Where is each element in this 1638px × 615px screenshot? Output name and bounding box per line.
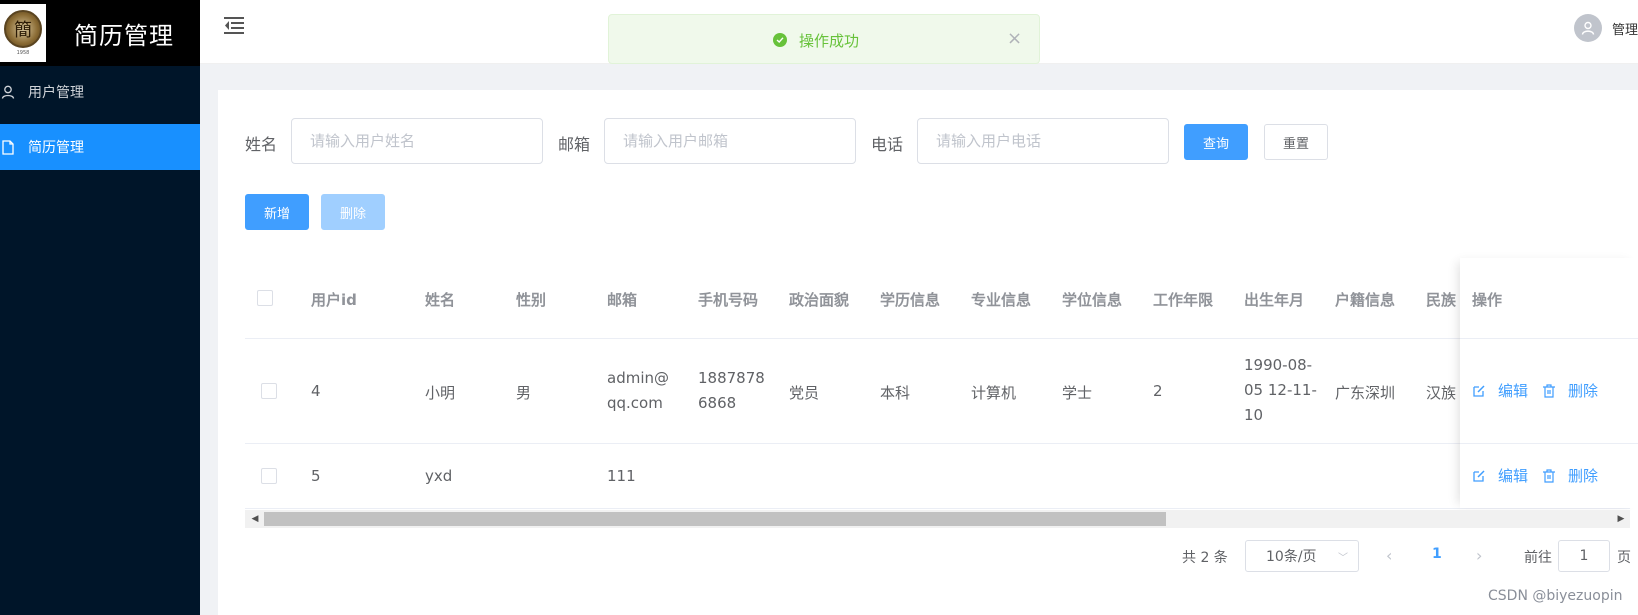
cell-gender: 男 [516, 384, 532, 402]
sidebar: 簡 1958 简历管理 用户管理 简历管理 [0, 0, 200, 615]
scroll-right-arrow[interactable]: ▶ [1612, 510, 1630, 528]
page-number[interactable]: 1 [1432, 546, 1442, 562]
delete-link[interactable]: 删除 [1568, 380, 1598, 401]
chevron-down-icon: ﹀ [1338, 553, 1348, 564]
column-header: 出生年月 [1244, 291, 1305, 309]
app-title: 简历管理 [74, 21, 174, 50]
column-header: 姓名 [425, 291, 456, 309]
cell-birth: 05 12-11- [1244, 381, 1317, 399]
select-all-checkbox[interactable] [257, 290, 273, 306]
name-label: 姓名 [245, 135, 278, 154]
cell-id: 4 [311, 382, 321, 400]
check-circle-icon [773, 33, 787, 47]
page-suffix: 页 [1617, 550, 1631, 566]
user-name[interactable]: 管理 [1612, 19, 1638, 38]
sidebar-item-users[interactable]: 用户管理 [0, 69, 200, 115]
phone-search-input[interactable] [917, 118, 1169, 164]
cell-phone: 6868 [698, 394, 737, 412]
trash-icon[interactable] [1542, 468, 1556, 487]
menu-fold-icon[interactable] [224, 16, 244, 38]
cell-birth: 1990-08- [1244, 356, 1313, 374]
row-checkbox[interactable] [261, 468, 277, 484]
success-toast: 操作成功 × [608, 14, 1040, 64]
column-header: 户籍信息 [1335, 291, 1396, 309]
column-header: 专业信息 [971, 291, 1032, 309]
sidebar-item-label: 用户管理 [28, 85, 84, 101]
fixed-operations-column: 操作 编辑 删除 编辑 删除 [1460, 258, 1638, 508]
row-divider [245, 443, 1630, 444]
column-header: 邮箱 [607, 291, 638, 309]
cell-degree: 学士 [1062, 384, 1093, 402]
edit-link[interactable]: 编辑 [1498, 465, 1528, 486]
column-header: 学位信息 [1062, 291, 1123, 309]
cell-email: qq.com [607, 394, 663, 412]
trash-icon[interactable] [1542, 383, 1556, 402]
column-header: 政治面貌 [789, 291, 850, 309]
page-size-value: 10条/页 [1266, 549, 1317, 565]
toast-message: 操作成功 [799, 32, 860, 50]
next-page-icon[interactable]: › [1476, 546, 1482, 565]
phone-label: 电话 [871, 135, 904, 154]
row-checkbox[interactable] [261, 383, 277, 399]
edit-link[interactable]: 编辑 [1498, 380, 1528, 401]
user-icon [0, 85, 16, 99]
cell-political: 党员 [789, 384, 820, 402]
close-icon[interactable]: × [1007, 28, 1022, 49]
goto-label: 前往 [1524, 550, 1552, 566]
watermark: CSDN @biyezuopin [1488, 588, 1623, 604]
reset-button[interactable]: 重置 [1264, 124, 1328, 160]
logo: 簡 1958 [0, 4, 46, 62]
logo-area: 簡 1958 简历管理 [0, 0, 200, 66]
cell-id: 5 [311, 467, 321, 485]
cell-name: 小明 [425, 384, 456, 402]
cell-major: 计算机 [971, 384, 1017, 402]
main-card [218, 90, 1638, 615]
email-search-input[interactable] [604, 118, 856, 164]
scrollbar-thumb[interactable] [264, 512, 1166, 526]
prev-page-icon[interactable]: ‹ [1386, 546, 1392, 565]
name-search-input[interactable] [291, 118, 543, 164]
edit-icon[interactable] [1472, 383, 1486, 402]
cell-email: admin@ [607, 369, 669, 387]
column-header: 操作 [1472, 291, 1503, 309]
cell-years: 2 [1153, 382, 1163, 400]
column-header: 性别 [516, 291, 547, 309]
column-header: 民族 [1426, 291, 1457, 309]
scroll-left-arrow[interactable]: ◀ [246, 510, 264, 528]
add-button[interactable]: 新增 [245, 194, 309, 230]
row-divider [245, 508, 1630, 509]
sidebar-item-resumes[interactable]: 简历管理 [0, 124, 200, 170]
column-header: 工作年限 [1153, 291, 1214, 309]
cell-email: 111 [607, 467, 636, 485]
email-label: 邮箱 [558, 135, 591, 154]
row-divider [1460, 443, 1638, 444]
avatar[interactable] [1574, 14, 1602, 42]
cell-ethnic: 汉族 [1426, 384, 1457, 402]
logo-sub-text: 1958 [16, 50, 30, 56]
page-size-select[interactable]: 10条/页 ﹀ [1245, 540, 1359, 572]
row-divider [1460, 338, 1638, 339]
sidebar-item-label: 简历管理 [28, 140, 84, 156]
row-divider [245, 338, 1630, 339]
total-count: 共 2 条 [1182, 550, 1228, 566]
batch-delete-button[interactable]: 删除 [321, 194, 385, 230]
cell-phone: 1887878 [698, 369, 765, 387]
cell-birth: 10 [1244, 406, 1264, 424]
cell-hukou: 广东深圳 [1335, 384, 1396, 402]
delete-link[interactable]: 删除 [1568, 465, 1598, 486]
column-header: 用户id [311, 291, 357, 309]
cell-name: yxd [425, 467, 453, 485]
goto-page-input[interactable] [1558, 540, 1610, 572]
edit-icon[interactable] [1472, 468, 1486, 487]
logo-seal: 簡 [4, 10, 42, 48]
cell-education: 本科 [880, 384, 911, 402]
column-header: 学历信息 [880, 291, 941, 309]
document-icon [0, 139, 16, 155]
query-button[interactable]: 查询 [1184, 124, 1248, 160]
column-header: 手机号码 [698, 291, 759, 309]
